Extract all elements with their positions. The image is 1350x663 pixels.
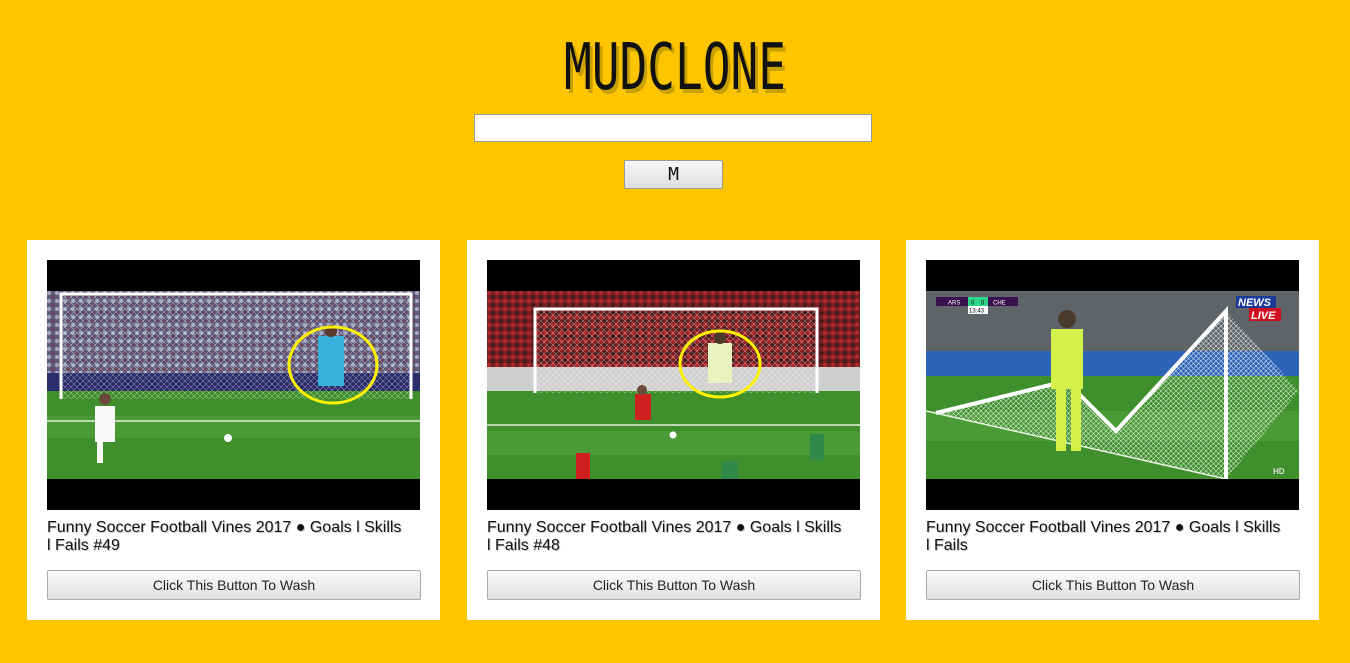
video-card: ARS 0 0 CHE 13:43 NEWS LIVE HD Funny Soc… bbox=[906, 240, 1319, 620]
video-title[interactable]: Funny Soccer Football Vines 2017 ● Goals… bbox=[926, 519, 1286, 555]
wash-button[interactable]: Click This Button To Wash bbox=[47, 570, 421, 600]
live-badge: LIVE bbox=[1251, 310, 1276, 322]
video-thumbnail[interactable] bbox=[47, 260, 420, 510]
hd-tag: HD bbox=[1273, 467, 1285, 476]
site-logo: MUDCLONE bbox=[564, 31, 786, 105]
video-title[interactable]: Funny Soccer Football Vines 2017 ● Goals… bbox=[47, 519, 407, 555]
scoreboard-away: CHE bbox=[993, 301, 1006, 307]
search-button[interactable]: M bbox=[624, 160, 723, 189]
thumbnail-image: ARS 0 0 CHE 13:43 NEWS LIVE HD bbox=[926, 291, 1299, 479]
news-badge: NEWS bbox=[1238, 297, 1272, 309]
scoreboard-home: ARS bbox=[948, 301, 960, 307]
scoreboard-clock: 13:43 bbox=[969, 309, 985, 315]
wash-button[interactable]: Click This Button To Wash bbox=[487, 570, 861, 600]
wash-button[interactable]: Click This Button To Wash bbox=[926, 570, 1300, 600]
video-card: Funny Soccer Football Vines 2017 ● Goals… bbox=[27, 240, 440, 620]
thumbnail-image bbox=[487, 291, 860, 479]
video-card: Funny Soccer Football Vines 2017 ● Goals… bbox=[467, 240, 880, 620]
video-thumbnail[interactable]: ARS 0 0 CHE 13:43 NEWS LIVE HD bbox=[926, 260, 1299, 510]
video-thumbnail[interactable] bbox=[487, 260, 860, 510]
video-title[interactable]: Funny Soccer Football Vines 2017 ● Goals… bbox=[487, 519, 847, 555]
search-input[interactable] bbox=[474, 114, 872, 142]
thumbnail-image bbox=[47, 291, 420, 479]
